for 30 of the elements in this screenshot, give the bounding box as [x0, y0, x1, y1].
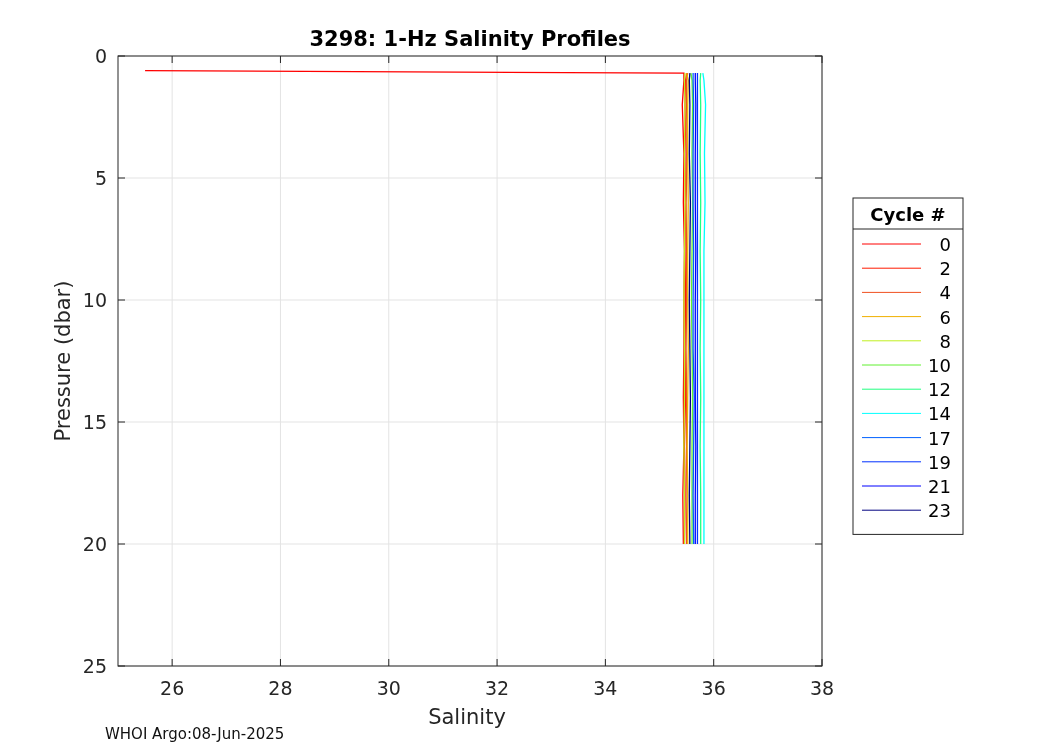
y-tick-label: 20: [82, 533, 107, 555]
legend-label: 17: [928, 427, 951, 449]
y-axis-label: Pressure (dbar): [51, 280, 75, 442]
legend-label: 14: [928, 403, 951, 425]
legend-label: 21: [928, 476, 951, 497]
x-tick-label: 32: [485, 677, 510, 699]
legend-title: Cycle #: [870, 204, 946, 225]
x-tick-label: 30: [376, 677, 401, 699]
y-tick-label: 25: [82, 655, 107, 677]
legend-label: 4: [939, 282, 951, 304]
y-tick-label: 0: [94, 45, 107, 67]
legend-label: 10: [928, 355, 951, 376]
chart-title: 3298: 1-Hz Salinity Profiles: [309, 27, 631, 51]
legend-label: 23: [928, 500, 951, 522]
x-tick-label: 26: [160, 677, 185, 699]
legend-label: 12: [928, 379, 951, 401]
footer-text: WHOI Argo:08-Jun-2025: [105, 725, 285, 743]
legend-label: 19: [928, 451, 951, 473]
x-axis-label: Salinity: [428, 705, 506, 729]
x-tick-label: 38: [809, 677, 835, 699]
x-tick-label: 36: [701, 677, 726, 699]
legend-label: 2: [939, 258, 951, 280]
legend-label: 8: [939, 330, 951, 352]
y-tick-label: 5: [94, 167, 107, 189]
y-tick-label: 10: [82, 289, 107, 311]
legend-label: 6: [939, 306, 951, 328]
legend-label: 0: [939, 234, 951, 255]
x-tick-label: 28: [268, 677, 293, 699]
x-tick-label: 34: [593, 677, 618, 699]
y-tick-label: 15: [82, 411, 107, 433]
